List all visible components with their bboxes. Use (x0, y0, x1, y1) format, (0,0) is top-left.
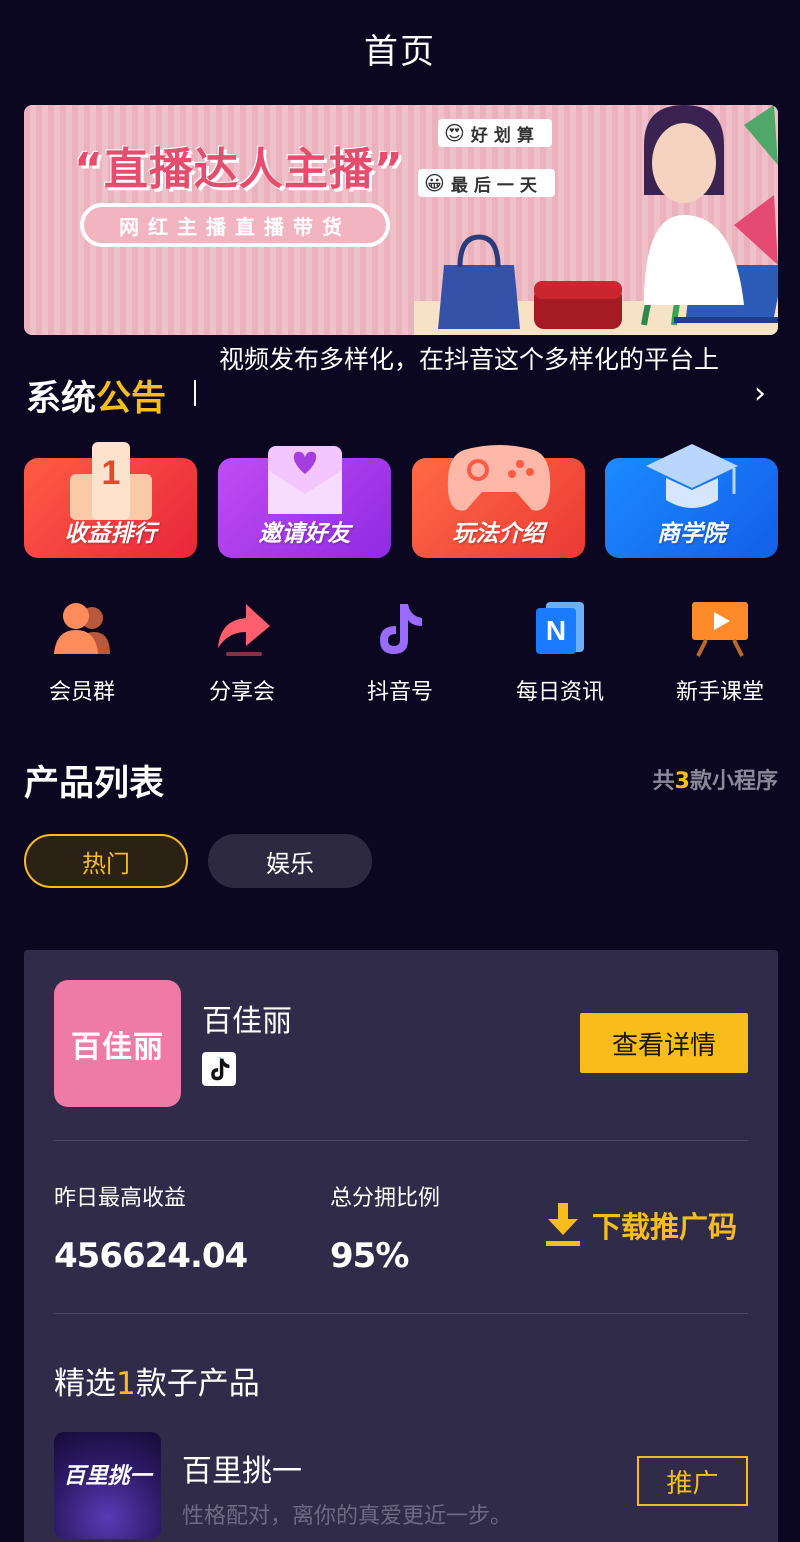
product-logo[interactable]: 百佳丽 (54, 980, 181, 1107)
banner-bubble-text: 好划算 (470, 125, 540, 146)
card-label: 收益排行 (64, 521, 157, 547)
product-name: 百佳丽 (202, 1004, 292, 1039)
svg-text:1: 1 (101, 454, 120, 492)
yesterday-max-earnings-value: 456624.04 (54, 1236, 248, 1276)
shortcut-label: 会员群 (48, 680, 115, 705)
count-prefix: 共 (652, 769, 675, 794)
commission-ratio-label: 总分拥比例 (330, 1186, 441, 1211)
shortcut-douyin-account[interactable]: 抖音号 (320, 590, 480, 710)
graduation-cap-icon (645, 444, 738, 508)
divider (54, 1313, 748, 1314)
promote-button[interactable]: 推广 (637, 1456, 748, 1506)
download-icon (546, 1203, 580, 1246)
shortcut-label: 新手课堂 (675, 680, 764, 705)
shortcut-share-meeting[interactable]: 分享会 (162, 590, 322, 710)
banner-bubble-text: 最后一天 (450, 175, 543, 196)
card-gameplay-intro[interactable]: 玩法介绍 (412, 445, 585, 558)
card-label: 商学院 (657, 521, 726, 547)
count-suffix: 款小程序 (689, 769, 778, 794)
banner-subtitle: 网红主播直播带货 (80, 203, 390, 247)
notice-divider (194, 380, 196, 406)
product-logo-text: 百佳丽 (71, 1029, 164, 1065)
product-card: 百佳丽 百佳丽 查看详情 昨日最高收益 456624.04 总分拥比例 95% … (24, 950, 778, 1542)
sub-product-logo-text: 百里挑一 (63, 1464, 152, 1489)
system-notice-bar[interactable]: 视频发布多样化，在抖音这个多样化的平台上 系统公告 › (24, 338, 778, 444)
notice-text: 视频发布多样化，在抖音这个多样化的平台上 (219, 345, 720, 374)
divider (54, 1140, 748, 1141)
commission-ratio-value: 95% (330, 1236, 409, 1276)
people-icon (54, 603, 110, 654)
shortcut-label: 每日资讯 (515, 680, 604, 705)
card-label: 玩法介绍 (452, 521, 545, 547)
notice-title-highlight: 公告 (96, 379, 167, 419)
news-icon: N (536, 602, 584, 654)
banner-bubble-lastday: 😀 最后一天 (418, 169, 555, 197)
tiktok-note-icon (380, 604, 422, 654)
card-invite-friends[interactable]: 邀请好友 (218, 446, 391, 558)
shortcut-label: 分享会 (208, 680, 275, 705)
shortcut-daily-news[interactable]: N 每日资讯 (480, 590, 640, 710)
banner-title: “直播达人主播” (74, 144, 404, 195)
tiktok-icon (202, 1052, 236, 1086)
yesterday-max-earnings-label: 昨日最高收益 (54, 1186, 187, 1211)
presenter-woman-icon (644, 105, 778, 305)
tab-hot[interactable]: 热门 (24, 834, 188, 888)
sub-product-logo[interactable]: 百里挑一 (54, 1432, 161, 1539)
featured-sub-products-heading: 精选1款子产品 (54, 1358, 260, 1403)
page-title: 首页 (364, 32, 436, 72)
download-promo-code-button[interactable]: 下载推广码 (546, 1200, 737, 1250)
grin-emoji-icon: 😀 (424, 171, 445, 195)
sub-product-description: 性格配对，离你的真爱更近一步。 (182, 1504, 513, 1529)
banner-bubble-deal: 😍 好划算 (438, 119, 552, 147)
shortcut-member-group[interactable]: 会员群 (2, 590, 162, 710)
card-label: 邀请好友 (258, 521, 351, 547)
promo-banner[interactable]: “直播达人主播” 网红主播直播带货 😍 好划算 😀 最后一天 (24, 105, 778, 335)
share-arrow-icon (218, 604, 270, 656)
count-number: 3 (674, 769, 690, 794)
card-business-school[interactable]: 商学院 (605, 444, 778, 558)
shortcut-label: 抖音号 (366, 680, 433, 705)
notice-title: 系统公告 (26, 370, 166, 421)
classroom-board-icon (692, 602, 748, 657)
shortcut-row: 会员群 分享会 抖音号 N 每日资讯 新手课堂 (0, 590, 800, 710)
product-count: 共3款小程序 (653, 763, 778, 795)
svg-text:N: N (546, 615, 566, 646)
sub-heading-prefix: 精选 (54, 1366, 116, 1402)
sub-heading-suffix: 款子产品 (135, 1366, 260, 1402)
heart-eyes-emoji-icon: 😍 (444, 121, 465, 145)
card-earnings-ranking[interactable]: 1 收益排行 (24, 442, 197, 558)
chevron-right-icon[interactable]: › (754, 376, 766, 411)
envelope-heart-icon (267, 446, 342, 514)
product-list-title: 产品列表 (24, 764, 165, 804)
tab-entertainment[interactable]: 娱乐 (208, 834, 372, 888)
sub-heading-count: 1 (116, 1366, 136, 1402)
shortcut-beginner-class[interactable]: 新手课堂 (640, 590, 800, 710)
tiktok-logo-icon (211, 1057, 230, 1081)
gamepad-icon (447, 445, 550, 511)
view-details-button[interactable]: 查看详情 (580, 1013, 748, 1073)
trophy-icon: 1 (69, 442, 152, 520)
download-label: 下载推广码 (592, 1210, 738, 1244)
top-bar: 首页 (0, 0, 800, 105)
sub-product-name: 百里挑一 (182, 1454, 302, 1489)
feature-cards: 1 收益排行 邀请好友 玩法介绍 商学院 (24, 440, 778, 560)
notice-title-prefix: 系统 (26, 379, 97, 419)
